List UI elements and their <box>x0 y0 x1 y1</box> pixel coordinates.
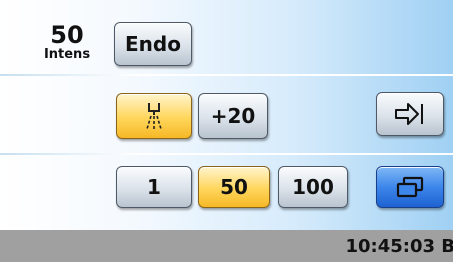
plus20-button-label: +20 <box>210 104 256 128</box>
spray-icon <box>141 101 167 131</box>
endo-button[interactable]: Endo <box>114 22 192 66</box>
enter-arrow-icon <box>392 100 428 128</box>
step-50-button[interactable]: 50 <box>198 166 270 208</box>
step-100-button[interactable]: 100 <box>278 166 348 208</box>
step-1-label: 1 <box>147 175 161 199</box>
status-clock: 10:45:03 B <box>345 236 453 257</box>
spray-toggle-button[interactable] <box>116 93 192 139</box>
window-icon <box>394 175 426 199</box>
intensity-value: 50 <box>50 21 84 49</box>
step-50-label: 50 <box>220 175 248 199</box>
endo-button-label: Endo <box>125 32 181 56</box>
control-panel: 50 Intens Endo +20 1 50 100 <box>0 0 453 230</box>
step-100-label: 100 <box>292 175 334 199</box>
step-1-button[interactable]: 1 <box>116 166 192 208</box>
enter-button[interactable] <box>376 92 444 136</box>
divider-middle <box>0 153 453 155</box>
window-button[interactable] <box>376 166 444 208</box>
plus20-button[interactable]: +20 <box>198 93 268 139</box>
divider-top <box>0 74 453 76</box>
intensity-label: Intens <box>43 47 91 62</box>
